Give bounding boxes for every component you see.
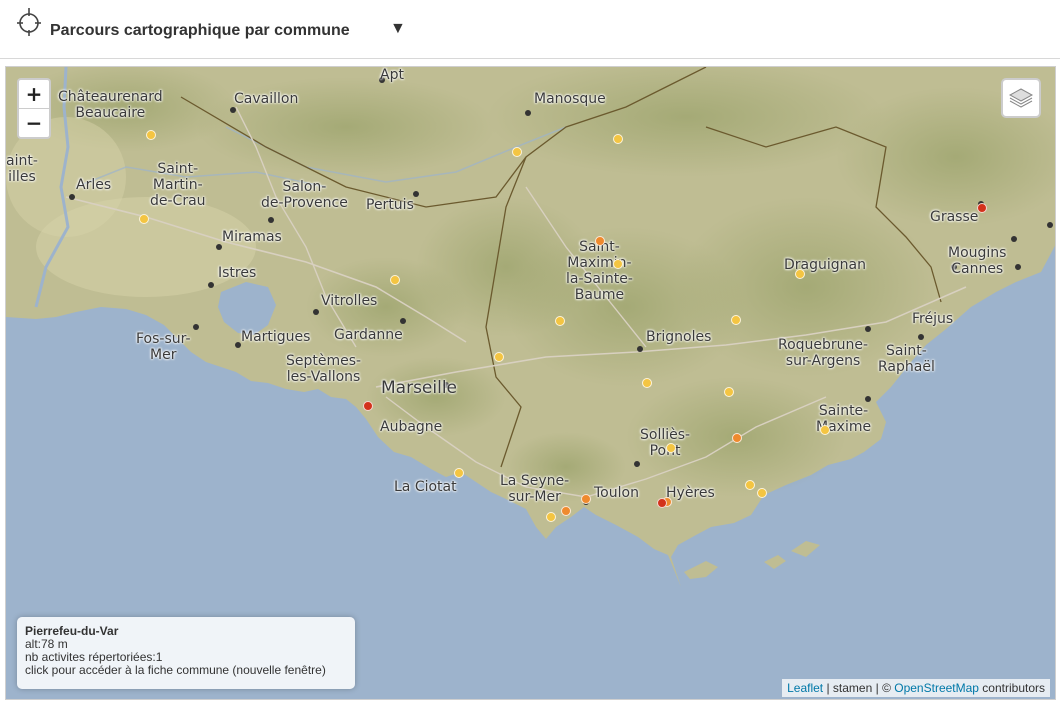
commune-name: Pierrefeu-du-Var [25,624,119,638]
city-label: Saint- Maximin- la-Sainte- Baume [566,239,633,303]
city-dot [400,318,406,324]
commune-marker[interactable] [512,147,522,157]
zoom-out-button[interactable]: − [19,109,49,137]
page-header: Parcours cartographique par commune ▼ [0,0,1060,59]
city-dot [1011,236,1017,242]
city-label: Cavaillon [234,91,299,107]
commune-marker[interactable] [731,315,741,325]
city-label: Toulon [594,485,639,501]
city-label: Hyères [666,485,715,501]
city-label: Septèmes- les-Vallons [286,353,362,385]
city-dot [69,194,75,200]
city-label: Arles [76,177,112,193]
city-label: La Ciotat [394,479,457,495]
city-label: La Seyne- sur-Mer [500,473,570,505]
commune-marker[interactable] [561,506,571,516]
city-label: Apt [380,67,404,83]
city-label: Saint- Raphaël [878,343,935,375]
city-dot [208,282,214,288]
commune-marker[interactable] [745,480,755,490]
commune-marker[interactable] [390,275,400,285]
leaflet-link[interactable]: Leaflet [787,681,823,695]
commune-marker[interactable] [666,443,676,453]
city-label: Saint- Martin- de-Crau [150,161,206,209]
zoom-in-button[interactable]: + [19,80,49,109]
crosshair-icon [17,8,41,36]
city-dot [634,461,640,467]
city-label: aint- illes [6,153,38,185]
city-label: Salon- de-Provence [261,179,348,211]
attribution-stamen: | stamen | © [823,681,895,695]
city-dot [193,324,199,330]
city-dot [230,107,236,113]
dropdown-caret-icon[interactable]: ▼ [390,20,406,38]
city-label: Pertuis [366,197,414,213]
city-label: Châteaurenard Beaucaire [58,89,163,121]
city-label: Gardanne [334,327,403,343]
commune-marker[interactable] [139,214,149,224]
city-dot [865,326,871,332]
commune-marker[interactable] [494,352,504,362]
city-dot [313,309,319,315]
city-label: Fréjus [912,311,954,327]
commune-marker[interactable] [757,488,767,498]
city-dot [637,346,643,352]
city-dot [918,334,924,340]
attribution-contributors: contributors [978,681,1045,695]
city-label: Vitrolles [321,293,378,309]
city-label: Mougins Cannes [948,245,1007,277]
commune-marker[interactable] [613,134,623,144]
commune-marker[interactable] [795,269,805,279]
city-dot [268,217,274,223]
zoom-control: + − [17,78,51,139]
commune-hint: click pour accéder à la fiche commune (n… [25,663,326,677]
city-label: Grasse [930,209,979,225]
layers-button[interactable] [1001,78,1041,118]
city-label: Martigues [241,329,311,345]
layers-icon [1008,88,1034,108]
commune-marker[interactable] [977,203,987,213]
commune-marker[interactable] [613,259,623,269]
city-label: Roquebrune- sur-Argens [778,337,869,369]
commune-marker[interactable] [820,425,830,435]
commune-marker[interactable] [724,387,734,397]
commune-marker[interactable] [146,130,156,140]
city-dot [1015,264,1021,270]
city-dot [1047,222,1053,228]
osm-link[interactable]: OpenStreetMap [894,681,979,695]
commune-marker[interactable] [555,316,565,326]
commune-marker[interactable] [363,401,373,411]
city-label: Brignoles [646,329,712,345]
commune-marker[interactable] [546,512,556,522]
city-label: Manosque [534,91,606,107]
commune-marker[interactable] [581,494,591,504]
commune-marker[interactable] [657,498,667,508]
commune-marker[interactable] [595,236,605,246]
commune-info-panel: Pierrefeu-du-Var alt:78 m nb activites r… [17,617,355,689]
city-label: Fos-sur- Mer [136,331,191,363]
map-container[interactable]: Châteaurenard Beaucaire Cavaillon Apt Manos… [5,66,1056,700]
map-attribution: Leaflet | stamen | © OpenStreetMap contr… [782,679,1050,697]
commune-marker[interactable] [454,468,464,478]
commune-marker[interactable] [642,378,652,388]
city-label: Istres [218,265,257,281]
city-label: Miramas [222,229,282,245]
city-label: Solliès- Pont [640,427,691,459]
page-title: Parcours cartographique par commune [50,22,350,39]
city-dot [865,396,871,402]
city-dot [525,110,531,116]
city-label: Marseille [381,378,458,398]
commune-marker[interactable] [732,433,742,443]
city-label: Aubagne [380,419,443,435]
